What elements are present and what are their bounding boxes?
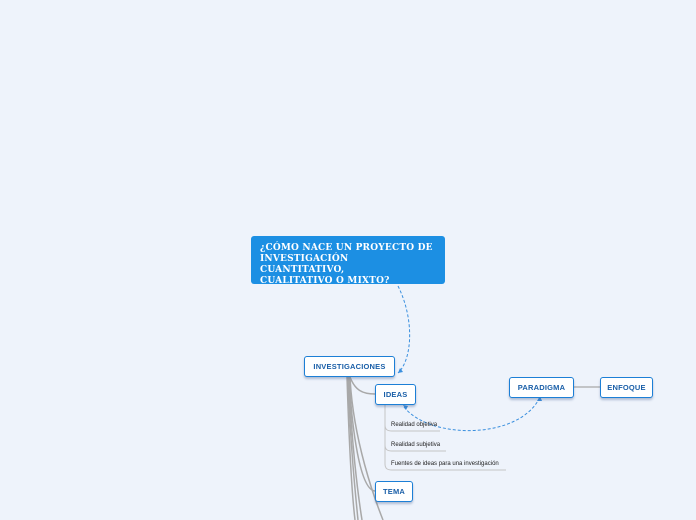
topic-paradigma[interactable]: PARADIGMA [509,377,574,398]
topic-paradigma-label: PARADIGMA [517,383,566,392]
topic-ideas-label: IDEAS [383,390,408,399]
subtopic-realidad-subjetiva[interactable]: Realidad subjetiva [391,442,440,448]
topic-investigaciones[interactable]: INVESTIGACIONES [304,356,395,377]
topic-investigaciones-label: INVESTIGACIONES [313,362,386,371]
central-topic-line-2: INVESTIGACIÓN CUANTITATIVO, [260,254,349,275]
subtopic-fuentes-de-ideas[interactable]: Fuentes de ideas para una investigación [391,461,499,467]
arrowhead-investigaciones [398,368,403,373]
dashed-link-root-investigaciones [397,285,411,374]
central-topic[interactable]: ¿CÓMO NACE UN PROYECTO DE INVESTIGACIÓN … [251,236,445,286]
central-topic-line-3: CUALITATIVO O MIXTO? [260,276,390,286]
topic-tema[interactable]: TEMA [375,481,413,502]
topic-ideas[interactable]: IDEAS [375,384,416,405]
subtopic-realidad-objetiva[interactable]: Realidad objetiva [391,422,437,428]
topic-enfoque[interactable]: ENFOQUE [600,377,653,398]
topic-enfoque-label: ENFOQUE [607,383,646,392]
topic-tema-label: TEMA [382,487,406,496]
connector-investigaciones-ideas [349,376,376,395]
central-topic-line-1: ¿CÓMO NACE UN PROYECTO DE [260,243,433,253]
